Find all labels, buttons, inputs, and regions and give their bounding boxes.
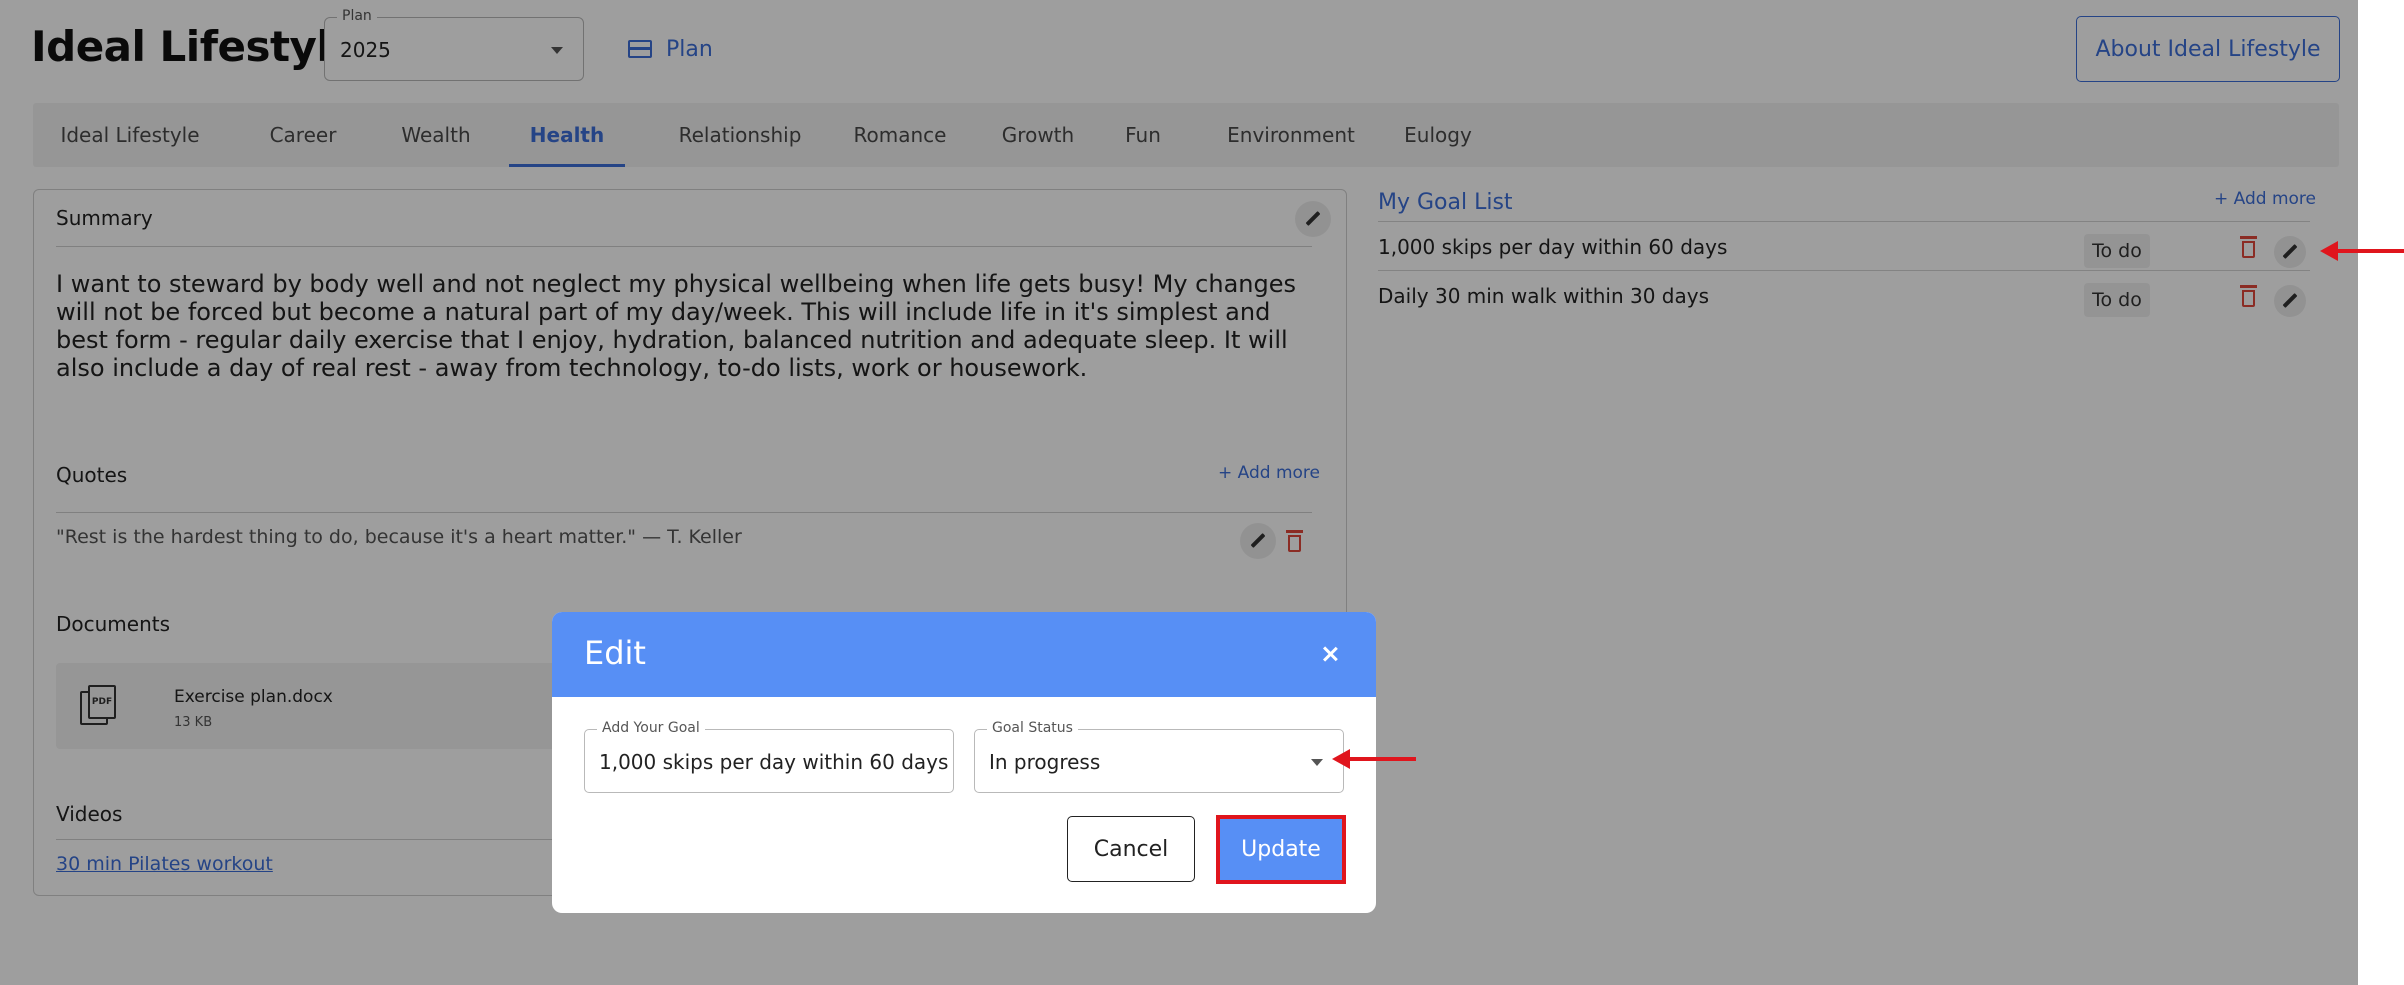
goal-text-field-value: 1,000 skips per day within 60 days [599, 750, 949, 774]
annotation-arrow [1332, 749, 1416, 769]
goal-text-field[interactable]: Add Your Goal 1,000 skips per day within… [584, 720, 954, 793]
goal-status-select-label: Goal Status [987, 720, 1078, 736]
dialog-header: Edit [552, 612, 1376, 697]
edit-goal-dialog: Edit Add Your Goal 1,000 skips per day w… [552, 612, 1376, 913]
dialog-title: Edit [584, 634, 646, 672]
close-icon[interactable] [1318, 642, 1342, 666]
update-button[interactable]: Update [1216, 815, 1346, 884]
goal-status-select-value: In progress [989, 750, 1101, 774]
chevron-down-icon [1311, 759, 1323, 766]
cancel-button[interactable]: Cancel [1067, 816, 1195, 882]
goal-status-select[interactable]: Goal Status In progress [974, 720, 1344, 793]
goal-text-field-label: Add Your Goal [597, 720, 705, 736]
annotation-arrow [2320, 241, 2404, 261]
page-margin [2358, 0, 2404, 985]
